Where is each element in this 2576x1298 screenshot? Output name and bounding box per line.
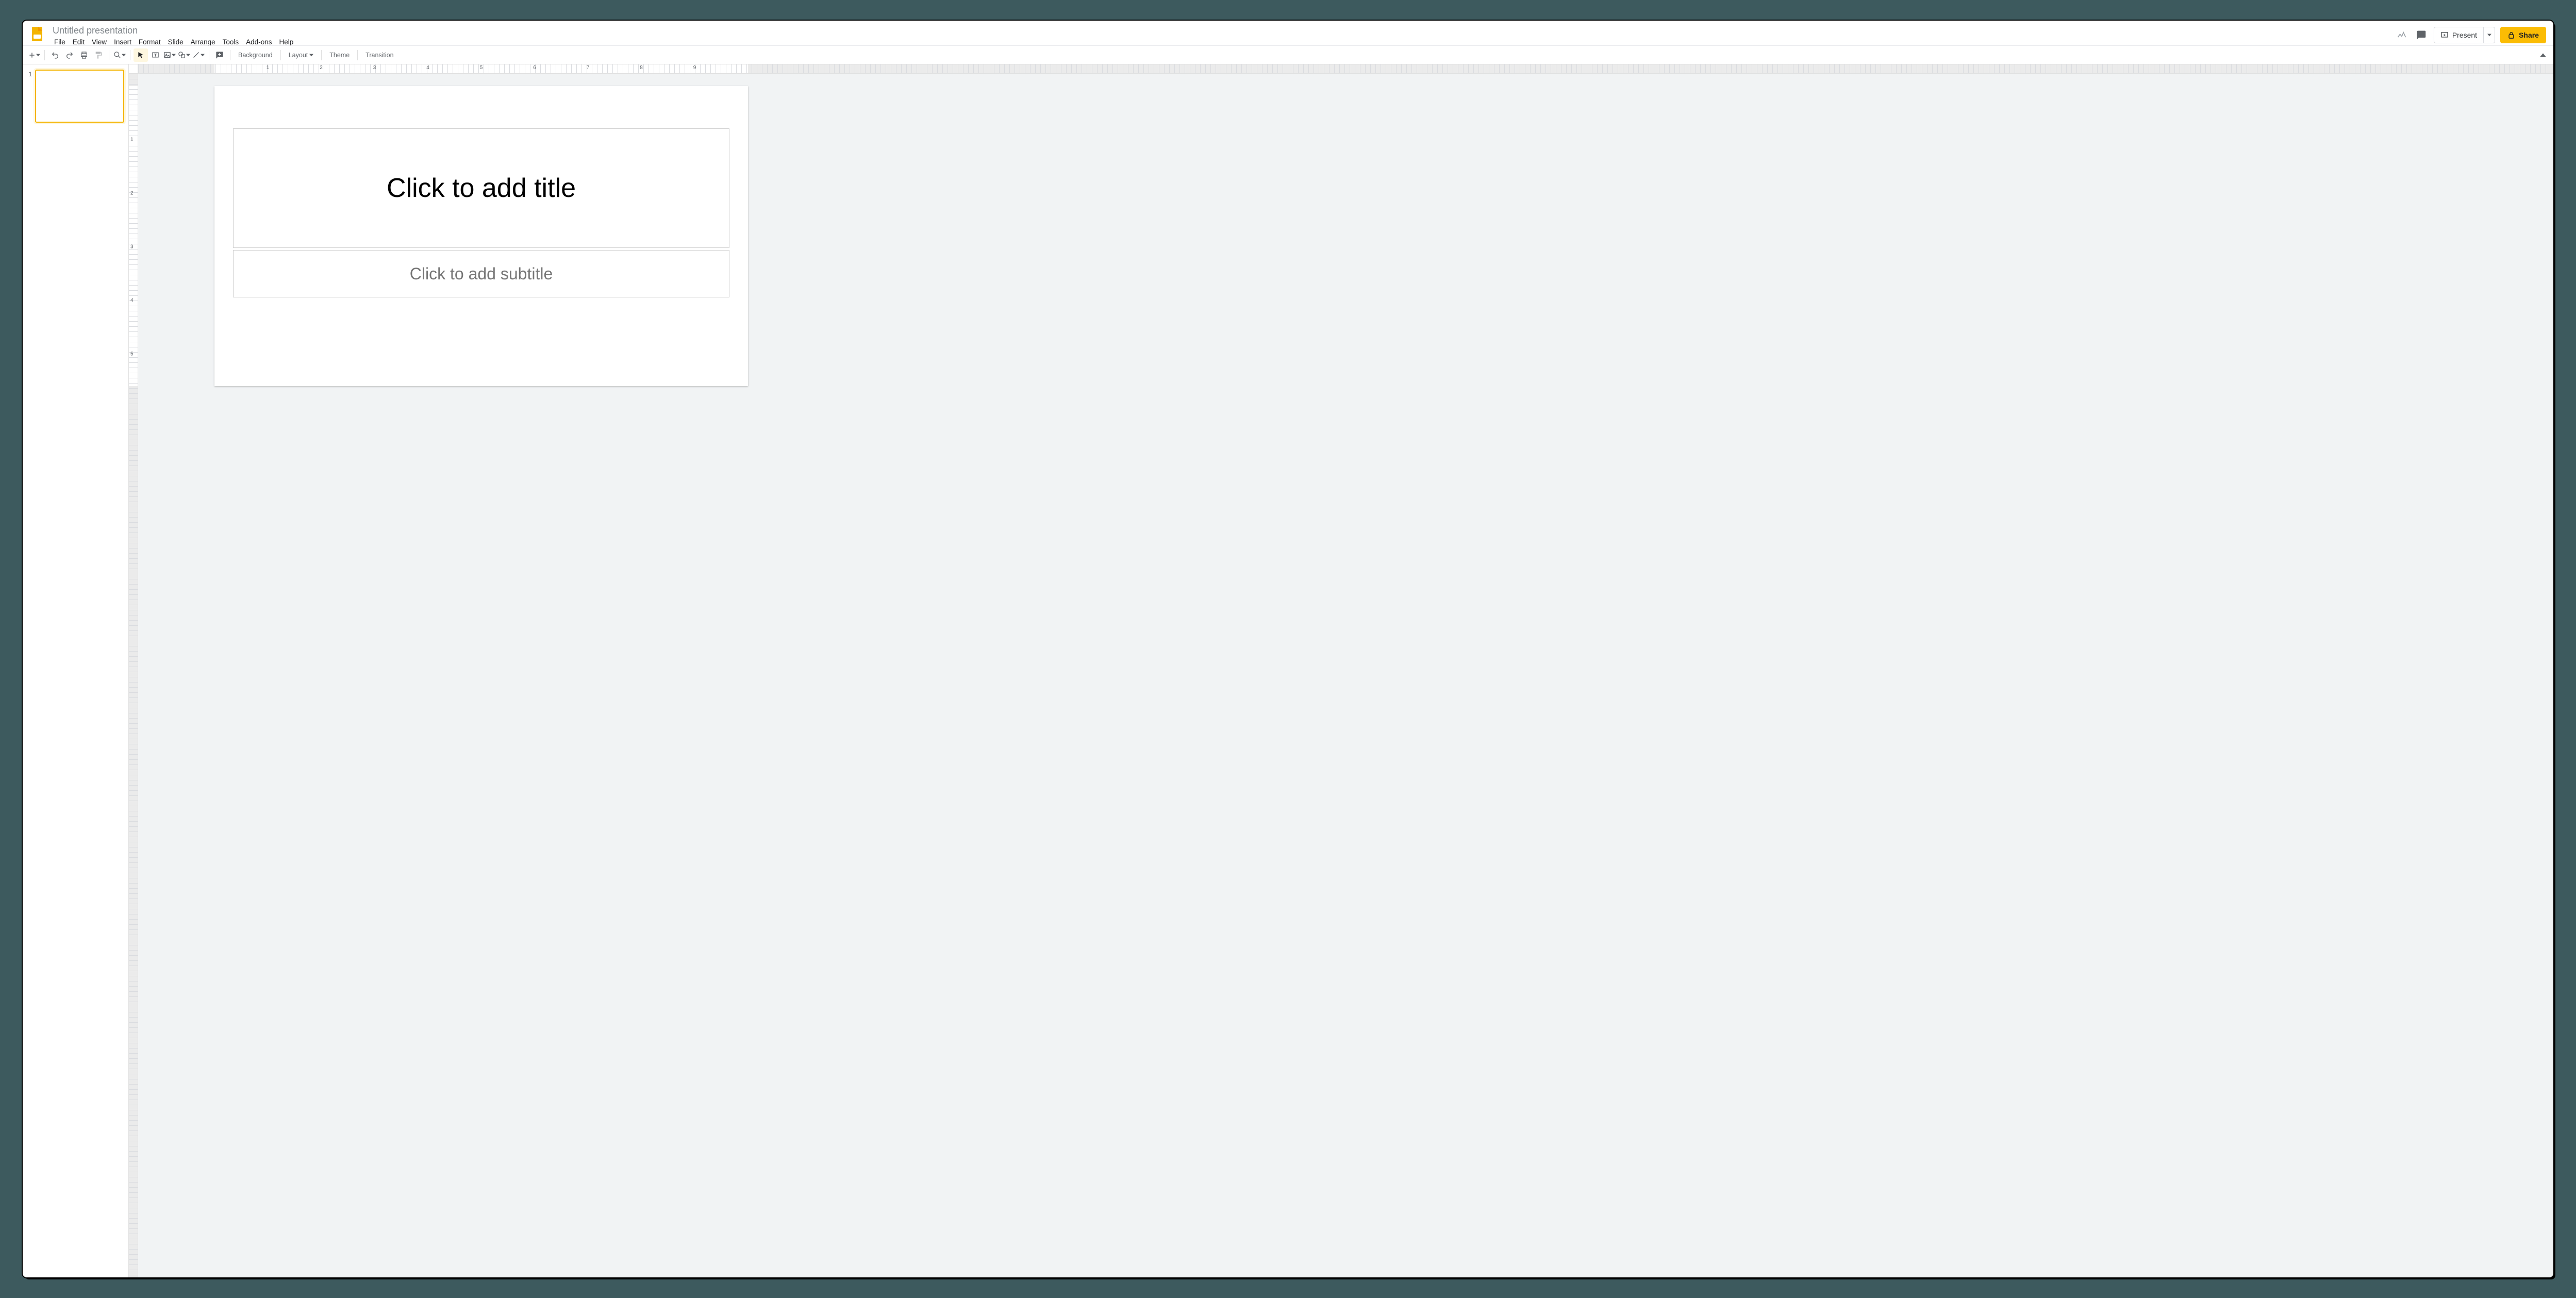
separator xyxy=(280,50,281,60)
shape-tool[interactable] xyxy=(177,48,191,62)
undo-button[interactable] xyxy=(48,48,62,62)
document-title[interactable]: Untitled presentation xyxy=(49,24,2395,36)
line-tool[interactable] xyxy=(191,48,206,62)
chevron-down-icon xyxy=(36,53,40,57)
slide-thumbnail[interactable] xyxy=(35,70,124,123)
activity-icon[interactable] xyxy=(2395,28,2409,42)
chevron-down-icon xyxy=(122,53,126,57)
comment-insert-button[interactable] xyxy=(212,48,227,62)
textbox-tool[interactable] xyxy=(148,48,162,62)
subtitle-placeholder[interactable]: Click to add subtitle xyxy=(233,250,729,297)
slide-thumbnail-row[interactable]: 1 xyxy=(26,69,125,126)
redo-button[interactable] xyxy=(62,48,77,62)
title-right: Present Share xyxy=(2395,24,2548,43)
present-dropdown[interactable] xyxy=(2483,27,2495,43)
share-button[interactable]: Share xyxy=(2500,27,2546,43)
present-button-group: Present xyxy=(2434,27,2495,43)
ruler-tick-label: 7 xyxy=(587,65,590,71)
chevron-down-icon xyxy=(309,53,313,57)
chevron-down-icon xyxy=(201,53,205,57)
present-button[interactable]: Present xyxy=(2434,27,2483,43)
ruler-tick-label: 2 xyxy=(130,190,134,196)
theme-button[interactable]: Theme xyxy=(325,48,354,62)
background-button[interactable]: Background xyxy=(234,48,277,62)
slide[interactable]: Click to add title Click to add subtitle xyxy=(214,86,748,386)
ruler-tick-label: 4 xyxy=(426,65,429,71)
ruler-tick-label: 9 xyxy=(693,65,696,71)
ruler-tick-label: 5 xyxy=(130,351,134,357)
ruler-tick-label: 6 xyxy=(533,65,536,71)
filmstrip[interactable]: 1 xyxy=(23,64,129,1277)
ruler-tick-label: 1 xyxy=(267,65,270,71)
toolbar: Background Layout Theme Transition xyxy=(23,46,2553,64)
title-bar: Untitled presentation File Edit View Ins… xyxy=(23,21,2553,45)
slide-number: 1 xyxy=(27,70,32,78)
ruler-tick-label: 2 xyxy=(320,65,323,71)
present-label: Present xyxy=(2452,31,2477,39)
ruler-corner xyxy=(129,64,138,74)
separator xyxy=(321,50,322,60)
horizontal-ruler[interactable]: 1 2 3 4 5 6 7 8 9 xyxy=(138,64,2553,74)
ruler-tick-label: 3 xyxy=(373,65,376,71)
layout-button[interactable]: Layout xyxy=(284,48,319,62)
ruler-tick-label: 5 xyxy=(480,65,483,71)
paint-format-button[interactable] xyxy=(91,48,106,62)
separator xyxy=(357,50,358,60)
ruler-tick-label: 1 xyxy=(130,137,134,142)
comments-icon[interactable] xyxy=(2414,28,2429,42)
title-column: Untitled presentation File Edit View Ins… xyxy=(49,24,2395,47)
ruler-tick-label: 8 xyxy=(640,65,643,71)
share-label: Share xyxy=(2519,31,2539,39)
editor: 1 2 3 4 5 6 7 8 9 1 2 3 4 5 Click to add title Click… xyxy=(129,64,2553,1277)
zoom-button[interactable] xyxy=(112,48,127,62)
separator xyxy=(44,50,45,60)
workspace: 1 1 2 3 4 5 6 7 8 9 1 2 3 4 5 Click to add title xyxy=(23,64,2553,1277)
image-tool[interactable] xyxy=(162,48,177,62)
chevron-down-icon xyxy=(172,53,176,57)
vertical-ruler[interactable]: 1 2 3 4 5 xyxy=(129,74,138,1277)
layout-label: Layout xyxy=(289,52,308,59)
canvas[interactable]: Click to add title Click to add subtitle xyxy=(138,74,2553,1277)
slides-logo-icon[interactable] xyxy=(28,25,46,43)
print-button[interactable] xyxy=(77,48,91,62)
title-placeholder[interactable]: Click to add title xyxy=(233,128,729,248)
app-window: Untitled presentation File Edit View Ins… xyxy=(23,21,2553,1277)
new-slide-button[interactable] xyxy=(27,48,41,62)
chevron-down-icon xyxy=(186,53,190,57)
select-tool[interactable] xyxy=(134,48,148,62)
collapse-toolbar-button[interactable] xyxy=(2538,50,2548,60)
transition-button[interactable]: Transition xyxy=(361,48,398,62)
ruler-tick-label: 4 xyxy=(130,297,134,303)
ruler-tick-label: 3 xyxy=(130,244,134,249)
